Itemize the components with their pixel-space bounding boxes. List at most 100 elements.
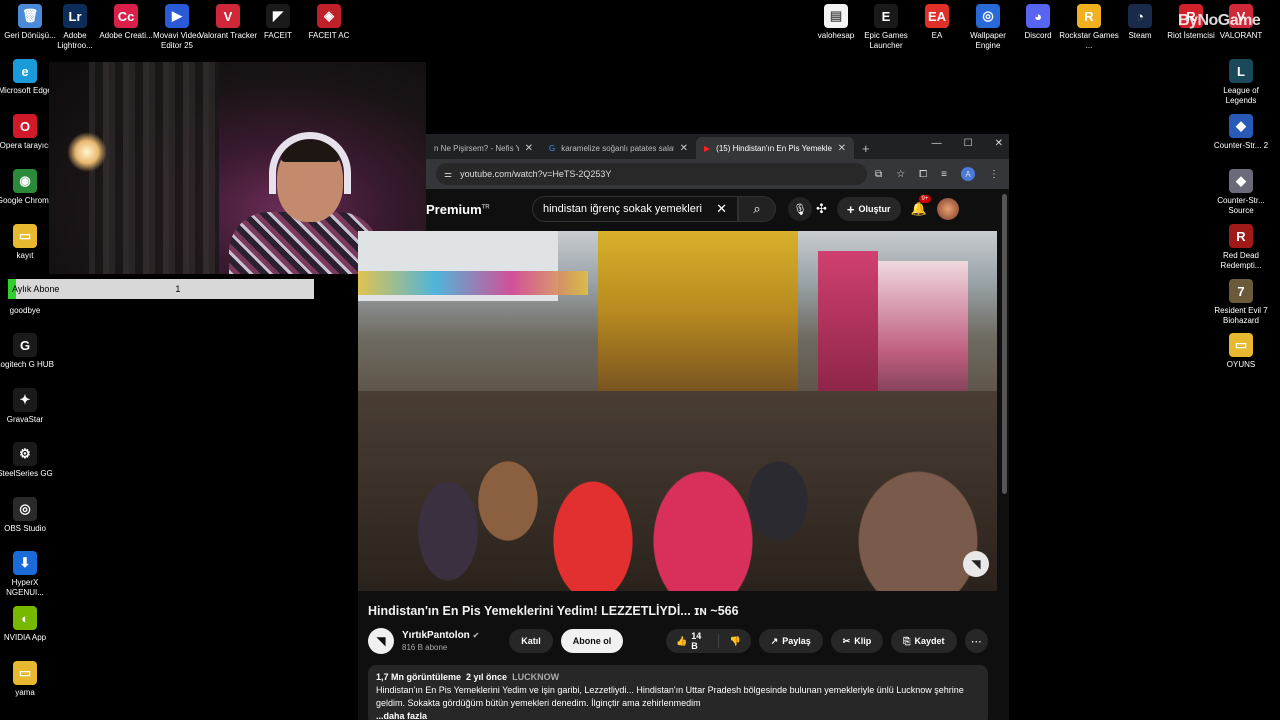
webcam-headset: [269, 132, 351, 194]
location-tag[interactable]: LUCKNOW: [512, 672, 559, 682]
recycle-bin-icon: 🗑: [18, 4, 42, 28]
webcam-lamp: [67, 132, 107, 172]
search-input[interactable]: hindistan iğrenç sokak yemekleri ✕: [532, 196, 738, 222]
address-bar[interactable]: ⚌ youtube.com/watch?v=HeTS-2Q253Y: [436, 163, 868, 185]
desktop-icon-label: Riot İstemcisi: [1167, 31, 1215, 40]
clear-search-icon[interactable]: ✕: [716, 201, 727, 217]
extensions-icon[interactable]: ⧠: [919, 169, 927, 180]
webcam-curtain: [89, 62, 219, 274]
desktop-icon[interactable]: ◆ Counter-Str... Source: [1211, 169, 1271, 215]
desktop-icon[interactable]: ◆ Counter-Str... 2: [1211, 114, 1271, 151]
verified-icon: ✔: [472, 631, 480, 640]
clip-label: Klip: [854, 636, 872, 646]
minimize-icon[interactable]: —: [932, 138, 942, 149]
desktop-icon[interactable]: ◉ Google Chrome: [0, 169, 55, 206]
voice-search-button[interactable]: 🎙: [788, 197, 812, 221]
media-icon[interactable]: ≡: [941, 169, 947, 180]
tab-nefis-yemek[interactable]: n Ne Pişirsem? - Nefis Yem ✕: [426, 137, 541, 159]
install-app-icon[interactable]: ⧉: [875, 169, 882, 180]
tab-karamelize[interactable]: G karamelize soğanlı patates salat ✕: [541, 137, 696, 159]
desktop-icon-label: OYUNS: [1226, 360, 1256, 369]
desktop-icon[interactable]: 7 Resident Evil 7 Biohazard: [1211, 279, 1271, 325]
desktop-icon[interactable]: ▭ yama: [0, 661, 55, 698]
desktop-icon-label: HyperX NGENUI...: [6, 578, 44, 597]
desktop-icon-label: Adobe Creati...: [99, 31, 153, 40]
tab-strip: n Ne Pişirsem? - Nefis Yem ✕ G karameliz…: [426, 134, 1009, 159]
subscribe-button[interactable]: Abone ol: [560, 629, 624, 653]
close-icon[interactable]: ✕: [680, 143, 688, 154]
join-button[interactable]: Katıl: [509, 629, 553, 653]
adobe-creative-cloud-icon: Cc: [114, 4, 138, 28]
site-info-icon[interactable]: ⚌: [444, 169, 452, 180]
desktop-icon-label: Google Chrome: [0, 196, 54, 205]
desktop-icon[interactable]: L League of Legends: [1211, 59, 1271, 105]
desktop-icon[interactable]: R Red Dead Redempti...: [1211, 224, 1271, 270]
account-avatar[interactable]: [936, 198, 959, 220]
bookmark-star-icon[interactable]: ☆: [896, 169, 905, 180]
video-bridge: [358, 271, 588, 295]
share-button[interactable]: ↗ Paylaş: [758, 629, 823, 653]
show-more-link[interactable]: ...daha fazla: [376, 710, 980, 720]
header-actions: ✣ + Oluştur 🔔 9+: [816, 195, 959, 221]
new-tab-button[interactable]: +: [854, 137, 880, 159]
desktop-icon-label: Discord: [1024, 31, 1052, 40]
opera-icon: O: [13, 114, 37, 138]
join-label: Katıl: [521, 636, 541, 646]
desktop-icon-label: Logitech G HUB: [0, 360, 54, 369]
subscriber-count: 816 B abone: [402, 643, 448, 652]
movavi-icon: ▶: [165, 4, 189, 28]
tab-youtube-active[interactable]: ▶ (15) Hindistan'ın En Pis Yemekle ✕: [696, 137, 854, 159]
menu-kebab-icon[interactable]: ⋮: [989, 169, 999, 180]
channel-avatar[interactable]: ◥: [368, 628, 394, 654]
description-text: Hindistan'ın En Pis Yemeklerini Yedim ve…: [376, 685, 964, 708]
close-icon[interactable]: ✕: [525, 143, 533, 154]
save-button[interactable]: ⎘ Kaydet: [891, 629, 957, 653]
like-button[interactable]: 👍 14 B: [666, 629, 718, 653]
desktop-icon-label: kayıt: [16, 251, 34, 260]
profile-avatar[interactable]: A: [961, 167, 975, 181]
desktop-icon[interactable]: ◎ OBS Studio: [0, 497, 55, 534]
subscribe-label: Abone ol: [572, 636, 612, 646]
css-icon: ◆: [1229, 169, 1253, 193]
google-icon: G: [549, 143, 556, 153]
thumbs-down-icon: 👎: [729, 635, 741, 646]
page-scrollbar[interactable]: [1002, 194, 1007, 494]
desktop-icon[interactable]: ▭ kayıt: [0, 224, 55, 261]
resident-evil-icon: 7: [1229, 279, 1253, 303]
youtube-logo[interactable]: PremiumTR: [426, 202, 490, 217]
maximize-icon[interactable]: ☐: [964, 138, 973, 149]
clip-button[interactable]: ✂ Klip: [830, 629, 884, 653]
desktop-icon[interactable]: ◈ FACEIT AC: [299, 4, 359, 41]
rockstar-icon: R: [1077, 4, 1101, 28]
logitech-icon: G: [13, 333, 37, 357]
desktop-icon[interactable]: G Logitech G HUB: [0, 333, 55, 370]
channel-name[interactable]: YırtıkPantolon ✔: [402, 630, 479, 641]
desktop-icon[interactable]: e Microsoft Edge: [0, 59, 55, 96]
channel-row: ◥ YırtıkPantolon ✔ 816 B abone Katıl Abo…: [368, 627, 988, 655]
logo-text: Premium: [426, 201, 482, 217]
desktop-icon[interactable]: ⚙ SteelSeries GG: [0, 442, 55, 479]
channel-name-text: YırtıkPantolon: [402, 630, 470, 641]
desktop-icon-label: SteelSeries GG: [0, 469, 53, 478]
desktop-icon[interactable]: O Opera tarayıcı: [0, 114, 55, 151]
search-button[interactable]: ⌕: [738, 196, 776, 222]
channel-watermark-icon[interactable]: ◥: [963, 551, 989, 577]
desktop-icon-label: FACEIT: [263, 31, 292, 40]
desktop-icon[interactable]: ◐ NVIDIA App: [0, 606, 55, 643]
more-actions-button[interactable]: ⋯: [964, 629, 988, 653]
folder-icon: ▭: [13, 661, 37, 685]
close-window-icon[interactable]: ✕: [995, 138, 1003, 149]
description-box[interactable]: 1,7 Mn görüntüleme 2 yıl önce LUCKNOW Hi…: [368, 665, 988, 720]
desktop-icon[interactable]: ▭ OYUNS: [1211, 333, 1271, 370]
create-button[interactable]: + Oluştur: [836, 197, 901, 221]
desktop-icon[interactable]: ✦ GravaStar: [0, 388, 55, 425]
notifications-button[interactable]: 🔔 9+: [911, 195, 932, 217]
close-icon[interactable]: ✕: [838, 143, 846, 154]
faceit-icon: ◤: [266, 4, 290, 28]
folder-icon: ▭: [13, 224, 37, 248]
dislike-button[interactable]: 👎: [719, 629, 750, 653]
gemini-icon[interactable]: ✣: [816, 201, 827, 217]
desktop-icon[interactable]: ⬇ HyperX NGENUI...: [0, 551, 55, 597]
video-player[interactable]: ◥: [358, 231, 997, 591]
steam-icon: ◔: [1128, 4, 1152, 28]
